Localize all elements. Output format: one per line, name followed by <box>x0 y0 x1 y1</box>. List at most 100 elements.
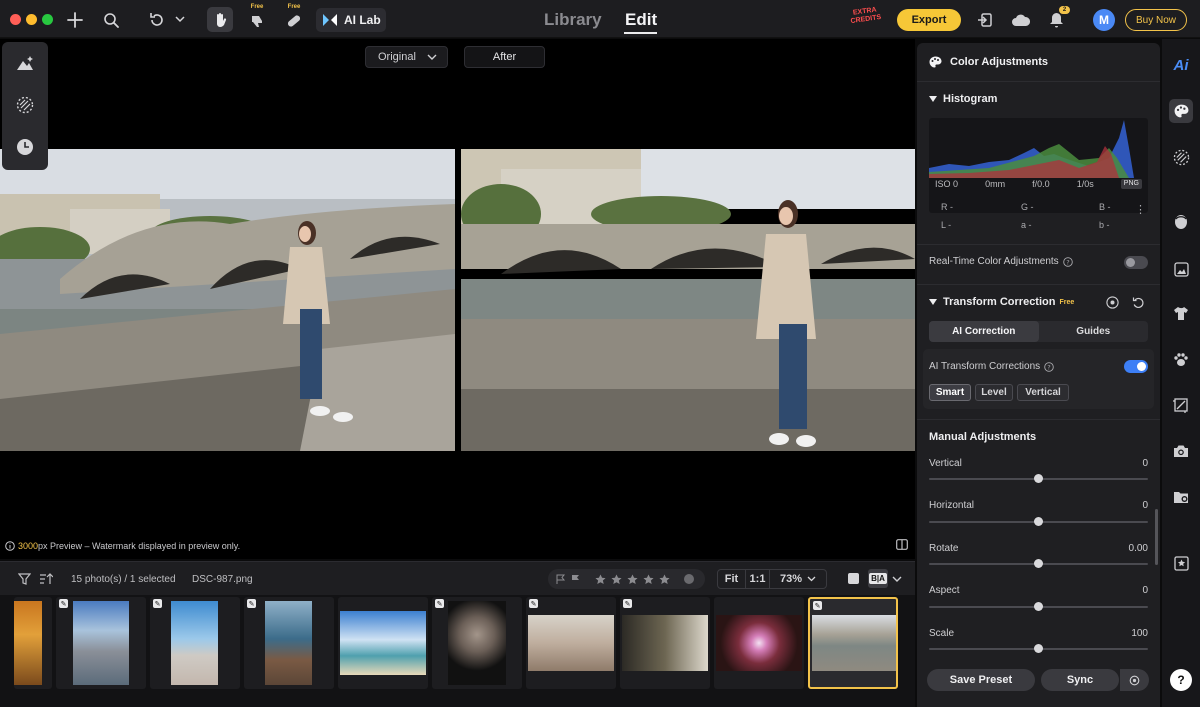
vertical-slider-thumb[interactable] <box>1034 474 1043 483</box>
export-button[interactable]: Export <box>897 9 961 31</box>
panel-scrollbar[interactable] <box>1155 509 1158 565</box>
ai-transform-toggle[interactable] <box>1124 360 1148 373</box>
filmstrip-thumb[interactable] <box>14 597 52 689</box>
rotate-slider-thumb[interactable] <box>1034 559 1043 568</box>
star-3-icon[interactable] <box>627 573 638 585</box>
comparison-view-select[interactable]: Original <box>365 46 448 68</box>
ai-enhance-icon[interactable] <box>14 52 36 74</box>
zoom-window-button[interactable] <box>42 14 53 25</box>
buy-now-button[interactable]: Buy Now <box>1125 9 1187 31</box>
filmstrip-thumb[interactable]: ✎ <box>526 597 616 689</box>
filmstrip-thumb[interactable]: ✎ <box>244 597 334 689</box>
slider-value: 0 <box>1142 458 1148 469</box>
current-filename: DSC-987.png <box>192 574 253 585</box>
title-bar: Free Free AI Lab Library Edit EXTRA CRED… <box>0 0 1200 38</box>
tab-edit[interactable]: Edit <box>625 10 657 30</box>
sync-button[interactable]: Sync <box>1041 669 1119 691</box>
edited-pencil-icon: ✎ <box>813 601 822 610</box>
filmstrip-thumb[interactable]: ✎ <box>56 597 146 689</box>
edited-pencil-icon: ✎ <box>59 599 68 608</box>
noise-texture-icon[interactable] <box>14 94 36 116</box>
star-2-icon[interactable] <box>611 573 622 585</box>
pet-paw-icon[interactable] <box>1169 347 1193 371</box>
realtime-color-toggle[interactable] <box>1124 256 1148 269</box>
hand-tool-icon[interactable] <box>207 7 233 32</box>
folder-view-icon[interactable] <box>1169 485 1193 509</box>
cloud-icon[interactable] <box>1010 10 1032 30</box>
clothing-icon[interactable] <box>1169 301 1193 325</box>
filmstrip-thumb[interactable] <box>714 597 804 689</box>
ai-icon[interactable]: Ai <box>1169 53 1193 77</box>
add-icon[interactable] <box>64 9 86 31</box>
filmstrip-thumb[interactable]: ✎ <box>150 597 240 689</box>
tab-library[interactable]: Library <box>544 10 602 30</box>
palette-icon <box>929 56 942 68</box>
before-after-view-button[interactable]: B|A <box>868 569 888 588</box>
filmstrip-thumb[interactable]: ✎ <box>620 597 710 689</box>
reset-icon[interactable] <box>1131 295 1145 309</box>
help-icon[interactable]: ? <box>1044 361 1054 372</box>
ai-lab-button[interactable]: AI Lab <box>316 8 386 32</box>
level-button[interactable]: Level <box>975 384 1013 401</box>
sort-icon[interactable] <box>38 571 54 587</box>
star-5-icon[interactable] <box>659 573 670 585</box>
tab-ai-correction[interactable]: AI Correction <box>929 321 1039 342</box>
face-retouch-icon[interactable] <box>1169 210 1193 234</box>
filmstrip-thumb[interactable]: ✎ <box>432 597 522 689</box>
extra-credits-badge[interactable]: EXTRA CREDITS <box>847 6 886 35</box>
star-1-icon[interactable] <box>595 573 606 585</box>
zoom-percent-value: 73% <box>779 573 803 585</box>
help-icon[interactable]: ? <box>1062 256 1073 267</box>
camera-icon[interactable] <box>1169 439 1193 463</box>
save-preset-button[interactable]: Save Preset <box>927 669 1035 691</box>
divider <box>917 284 1160 285</box>
split-view-icon[interactable] <box>896 539 908 553</box>
search-icon[interactable] <box>100 9 122 31</box>
tab-guides[interactable]: Guides <box>1039 321 1149 342</box>
background-icon[interactable] <box>1169 257 1193 281</box>
filter-icon[interactable] <box>16 571 32 587</box>
history-chevron-down-icon[interactable] <box>173 12 187 26</box>
vertical-button[interactable]: Vertical <box>1017 384 1069 401</box>
dislike-free-icon[interactable]: Free <box>246 4 268 32</box>
smart-button[interactable]: Smart <box>929 384 971 401</box>
free-tag: Free <box>250 4 264 10</box>
after-view-button[interactable]: After <box>464 46 545 68</box>
minimize-window-button[interactable] <box>26 14 37 25</box>
undo-icon[interactable] <box>146 9 168 31</box>
color-palette-icon[interactable] <box>1169 99 1193 123</box>
more-options-icon[interactable]: ⋮ <box>1135 205 1146 216</box>
view-chevron-down-icon[interactable] <box>891 573 903 585</box>
realtime-color-label: Real-Time Color Adjustments <box>929 256 1059 267</box>
help-button[interactable]: ? <box>1170 669 1192 691</box>
transform-header[interactable]: Transform Correction Free <box>929 296 1074 308</box>
color-label-dot-icon[interactable] <box>684 574 694 584</box>
histogram-header[interactable]: Histogram <box>929 93 997 105</box>
preview-eye-icon[interactable] <box>1105 295 1119 309</box>
import-icon[interactable] <box>975 10 995 30</box>
filmstrip-thumb-selected[interactable]: ✎ <box>808 597 898 689</box>
divider <box>917 244 1160 245</box>
noise-icon[interactable] <box>1169 145 1193 169</box>
crop-icon[interactable] <box>1169 393 1193 417</box>
single-view-icon[interactable] <box>848 573 859 584</box>
sync-settings-button[interactable] <box>1119 669 1149 691</box>
star-4-icon[interactable] <box>643 573 654 585</box>
pick-flag-icon[interactable] <box>571 574 581 584</box>
favorites-icon[interactable] <box>1169 551 1193 575</box>
close-window-button[interactable] <box>10 14 21 25</box>
aspect-slider-thumb[interactable] <box>1034 602 1043 611</box>
scale-slider-thumb[interactable] <box>1034 644 1043 653</box>
filmstrip-thumb[interactable] <box>338 597 428 689</box>
exif-iso: ISO 0 <box>935 179 959 189</box>
reject-flag-icon[interactable] <box>556 574 566 584</box>
bandage-free-icon[interactable]: Free <box>283 4 305 32</box>
format-badge: PNG <box>1120 179 1142 189</box>
horizontal-slider-thumb[interactable] <box>1034 517 1043 526</box>
avatar[interactable]: M <box>1093 9 1115 31</box>
zoom-fit-button[interactable]: Fit <box>718 570 746 588</box>
edited-pencil-icon: ✎ <box>435 599 444 608</box>
zoom-percent-select[interactable]: 73% <box>770 570 826 588</box>
zoom-1to1-button[interactable]: 1:1 <box>746 570 770 588</box>
history-clock-icon[interactable] <box>14 136 36 158</box>
